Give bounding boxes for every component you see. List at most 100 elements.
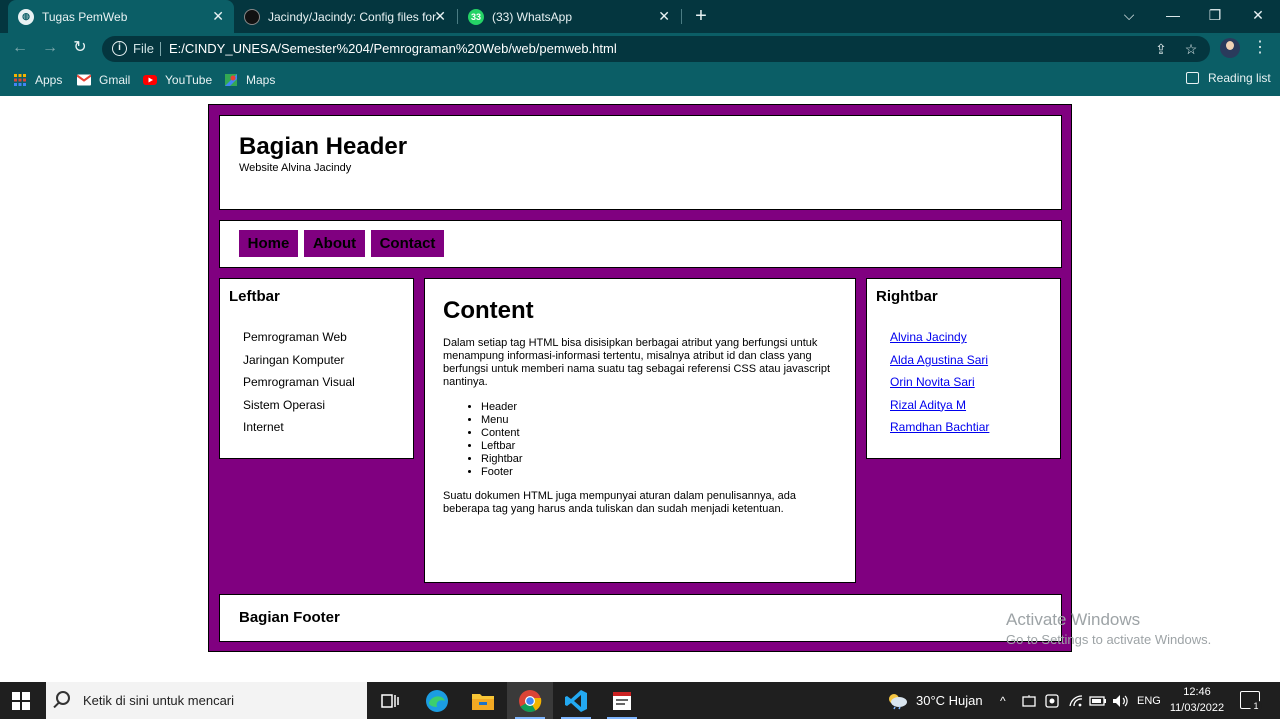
whatsapp-icon: 33 bbox=[468, 8, 484, 25]
leftbar-list: Pemrograman Web Jaringan Komputer Pemrog… bbox=[243, 330, 355, 443]
reading-list-label: Reading list bbox=[1208, 71, 1271, 85]
footer-title: Bagian Footer bbox=[239, 609, 340, 626]
forward-button[interactable]: → bbox=[39, 37, 61, 59]
gmail-icon bbox=[77, 74, 91, 86]
reading-list-button[interactable]: Reading list bbox=[1186, 71, 1271, 85]
tray-battery-icon[interactable] bbox=[1089, 682, 1107, 719]
clock-date: 11/03/2022 bbox=[1169, 702, 1225, 714]
edge-icon bbox=[426, 689, 448, 712]
content-paragraph-1: Dalam setiap tag HTML bisa disisipkan be… bbox=[443, 337, 831, 388]
close-icon[interactable]: ✕ bbox=[658, 8, 670, 25]
share-icon[interactable]: ⇪ bbox=[1152, 40, 1170, 58]
bookmarks-bar: Apps Gmail YouTube Maps Reading list bbox=[0, 64, 1280, 96]
menu-home[interactable]: Home bbox=[239, 230, 298, 257]
link-alda-agustina-sari[interactable]: Alda Agustina Sari bbox=[890, 353, 988, 367]
list-item: Header bbox=[481, 401, 523, 414]
taskbar-edge[interactable] bbox=[414, 682, 460, 719]
info-icon[interactable]: i bbox=[112, 41, 127, 56]
reload-button[interactable]: ↻ bbox=[69, 37, 91, 59]
rightbar-links: Alvina Jacindy Alda Agustina Sari Orin N… bbox=[890, 330, 989, 443]
tray-security-icon[interactable] bbox=[1045, 682, 1059, 719]
github-icon bbox=[244, 8, 260, 25]
address-bar[interactable]: i File E:/CINDY_UNESA/Semester%204/Pemro… bbox=[102, 36, 1210, 62]
list-item: Leftbar bbox=[481, 440, 523, 453]
bookmark-label: Apps bbox=[35, 73, 63, 87]
restore-button[interactable]: ❐ bbox=[1193, 0, 1237, 33]
tab-tugas-pemweb[interactable]: ◍ Tugas PemWeb ✕ bbox=[8, 0, 234, 33]
url-text[interactable]: E:/CINDY_UNESA/Semester%204/Pemrograman%… bbox=[169, 41, 617, 56]
rightbar-title: Rightbar bbox=[876, 288, 938, 305]
taskbar-clock[interactable]: 12:46 11/03/2022 bbox=[1168, 684, 1226, 716]
watermark-line-1: Activate Windows bbox=[1006, 610, 1141, 629]
link-rizal-aditya-m[interactable]: Rizal Aditya M bbox=[890, 398, 966, 412]
taskbar-chrome[interactable] bbox=[507, 682, 553, 719]
taskbar-search-box[interactable]: Ketik di sini untuk mencari bbox=[46, 682, 367, 719]
tab-search-button[interactable]: ⌵ bbox=[1107, 0, 1151, 33]
notification-badge: 1 bbox=[1250, 700, 1262, 712]
menu-contact[interactable]: Contact bbox=[371, 230, 444, 257]
bookmark-star-icon[interactable]: ☆ bbox=[1182, 40, 1200, 58]
start-logo-pane bbox=[22, 702, 30, 710]
menu-about[interactable]: About bbox=[304, 230, 365, 257]
bookmark-label: YouTube bbox=[165, 73, 213, 87]
maps-icon bbox=[225, 74, 237, 86]
chrome-icon bbox=[519, 689, 542, 712]
search-placeholder: Ketik di sini untuk mencari bbox=[83, 693, 235, 708]
start-logo-pane bbox=[12, 702, 20, 710]
browser-toolbar: ← → ↻ i File E:/CINDY_UNESA/Semester%204… bbox=[0, 33, 1280, 64]
task-view-button[interactable] bbox=[367, 682, 413, 719]
start-logo-pane bbox=[22, 692, 30, 700]
close-icon[interactable]: ✕ bbox=[434, 8, 446, 25]
list-item: Internet bbox=[243, 420, 284, 434]
activate-windows-watermark: Activate Windows Go to Settings to activ… bbox=[1006, 610, 1211, 647]
browser-menu-button[interactable]: ⋮ bbox=[1252, 37, 1268, 59]
tab-whatsapp[interactable]: 33 (33) WhatsApp ✕ bbox=[458, 0, 680, 33]
close-icon[interactable]: ✕ bbox=[212, 8, 224, 25]
link-alvina-jacindy[interactable]: Alvina Jacindy bbox=[890, 330, 967, 344]
system-tray-chevron[interactable]: ^ bbox=[1000, 682, 1006, 719]
link-orin-novita-sari[interactable]: Orin Novita Sari bbox=[890, 375, 975, 389]
tray-volume-icon[interactable] bbox=[1112, 682, 1130, 719]
content-list: Header Menu Content Leftbar Rightbar Foo… bbox=[481, 401, 523, 479]
bookmark-apps[interactable]: Apps bbox=[13, 71, 62, 89]
volume-icon bbox=[1113, 694, 1128, 707]
weather-cloud-rain-icon bbox=[889, 693, 907, 709]
scheme-label: File bbox=[133, 41, 154, 56]
header-subtitle: Website Alvina Jacindy bbox=[239, 162, 352, 174]
content-paragraph-2: Suatu dokumen HTML juga mempunyai aturan… bbox=[443, 490, 797, 515]
tab-github[interactable]: Jacindy/Jacindy: Config files for m ✕ bbox=[234, 0, 456, 33]
bookmark-maps[interactable]: Maps bbox=[224, 71, 275, 89]
taskbar-file-explorer[interactable] bbox=[460, 682, 506, 719]
taskbar-notepad[interactable] bbox=[599, 682, 645, 719]
link-ramdhan-bachtiar[interactable]: Ramdhan Bachtiar bbox=[890, 420, 989, 434]
tray-meet-icon[interactable] bbox=[1022, 682, 1036, 719]
list-item: Jaringan Komputer bbox=[243, 352, 345, 367]
bookmark-youtube[interactable]: YouTube bbox=[143, 71, 212, 89]
task-view-icon bbox=[381, 693, 399, 708]
leftbar: Leftbar Pemrograman Web Jaringan Kompute… bbox=[219, 278, 414, 459]
profile-avatar[interactable] bbox=[1220, 38, 1240, 58]
page-header: Bagian Header Website Alvina Jacindy bbox=[219, 115, 1062, 210]
header-title: Bagian Header bbox=[239, 133, 408, 160]
list-item: Pemrograman Visual bbox=[243, 375, 355, 389]
main-content: Content Dalam setiap tag HTML bisa disis… bbox=[424, 278, 856, 583]
back-button[interactable]: ← bbox=[9, 37, 31, 59]
taskbar-vscode[interactable] bbox=[553, 682, 599, 719]
folder-icon bbox=[472, 693, 494, 710]
vscode-icon bbox=[565, 689, 587, 712]
bookmark-gmail[interactable]: Gmail bbox=[77, 71, 130, 89]
page-menu: Home About Contact bbox=[219, 220, 1062, 268]
leftbar-title: Leftbar bbox=[229, 288, 280, 305]
start-logo-pane bbox=[12, 692, 20, 700]
tab-title: Jacindy/Jacindy: Config files for m bbox=[268, 9, 438, 24]
weather-widget[interactable]: 30°C Hujan bbox=[886, 682, 983, 719]
tray-app-icon bbox=[1045, 693, 1059, 708]
windows-start-button[interactable] bbox=[12, 692, 30, 710]
tray-wifi-icon[interactable] bbox=[1068, 682, 1084, 719]
minimize-button[interactable]: — bbox=[1151, 0, 1195, 33]
new-tab-button[interactable]: + bbox=[690, 5, 712, 27]
language-indicator[interactable]: ENG bbox=[1137, 682, 1161, 719]
close-window-button[interactable]: ✕ bbox=[1236, 0, 1280, 33]
weather-text: 30°C Hujan bbox=[916, 693, 983, 708]
search-icon bbox=[56, 691, 70, 705]
